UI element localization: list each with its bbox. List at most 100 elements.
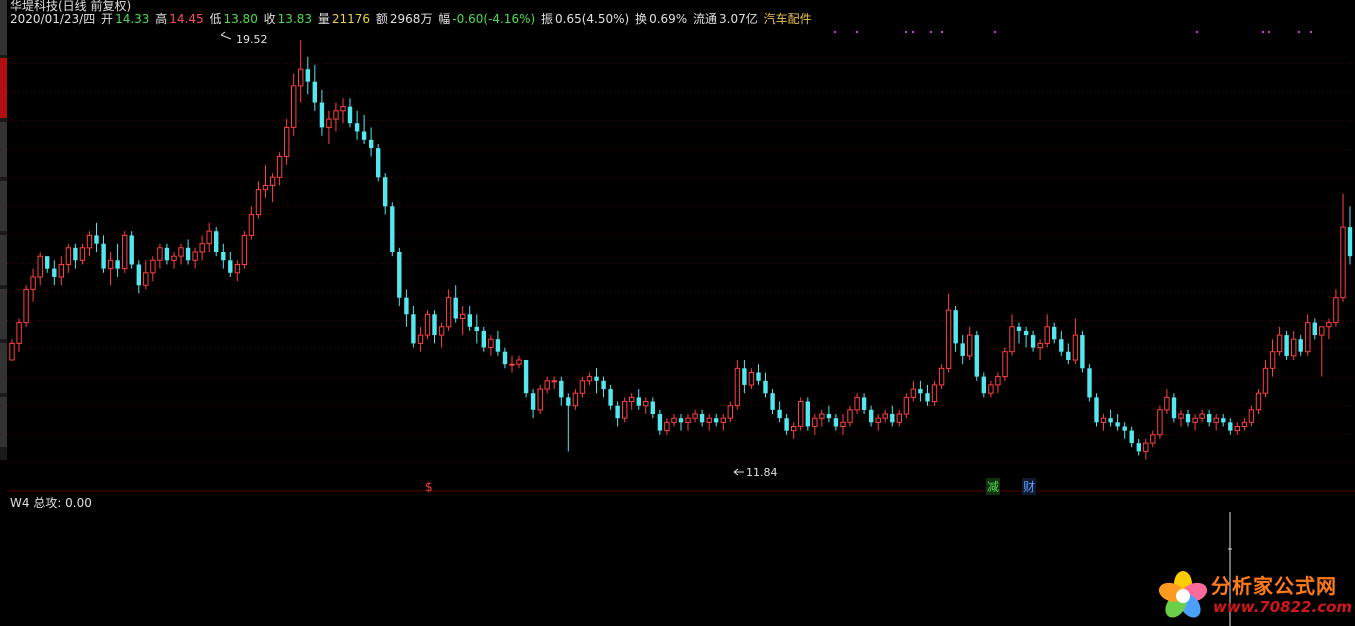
candle-up [460,313,466,319]
candle-up [734,367,741,407]
candle-down [214,231,219,252]
candle-up [586,376,593,382]
candle-up [931,384,938,402]
candle-up [65,247,72,265]
candle-down [1087,368,1092,398]
candle-up [938,367,945,386]
candle-down [777,409,782,419]
candle-up [199,243,205,253]
candle-down [1108,418,1113,423]
signal-dot [1268,31,1270,33]
candle-down [861,397,867,410]
signal-reduce: 减 [986,478,1001,495]
candle-up [1305,322,1311,353]
candle-up [1262,367,1269,394]
candle-up [1340,226,1346,299]
candle-down [129,235,134,265]
candle-up [9,342,15,361]
candle-up [445,297,452,328]
candle-down [784,418,789,431]
candle-down [397,252,402,298]
candle-down [566,397,571,406]
candle-down [164,247,170,261]
candle-down [1284,335,1289,356]
candle-down [1052,326,1057,340]
candle-up [1248,409,1255,423]
candle-down [601,380,606,390]
signal-dollar: $ [425,480,433,494]
candle-up [664,421,670,432]
candlestick-chart[interactable]: 19.52 11.84 [0,0,1355,626]
candle-up [910,388,917,398]
signal-dot [994,31,996,33]
candle-up [248,214,255,236]
candle-down [826,414,832,419]
candle-up [551,380,557,383]
candle-up [234,264,241,274]
candle-down [1171,397,1177,419]
candle-down [770,393,775,410]
candle-down [1347,227,1353,257]
candle-up [171,255,177,261]
candle-up [1213,417,1219,423]
candle-up [192,251,198,261]
candle-down [1136,443,1141,452]
candle-up [298,68,304,87]
candle-down [1080,335,1085,369]
candle-up [945,309,952,369]
candle-down [615,405,620,419]
candle-down [453,297,458,319]
candle-up [30,276,36,290]
candle-up [995,376,1001,386]
candle-down [608,389,613,406]
candle-up [1269,351,1276,369]
candle-down [636,397,641,406]
candle-series [9,40,1353,460]
signal-dot [905,31,907,33]
candle-up [417,334,424,344]
candle-up [79,247,86,261]
signal-dot [930,31,932,33]
candle-up [671,417,677,423]
candle-up [58,264,64,278]
indicator-label: W4 总攻: 0.00 [10,496,92,510]
candle-up [537,388,543,411]
candle-up [1037,342,1043,349]
candle-up [706,417,712,423]
candle-down [890,414,895,423]
candle-down [1221,418,1226,423]
candle-down [981,376,986,394]
candle-up [1192,417,1198,423]
candle-up [284,126,290,158]
candle-down [530,393,536,410]
grid-lines [7,63,1355,463]
signal-dot [912,31,914,33]
candle-down [953,310,958,344]
candle-down [974,335,979,377]
signal-dots [834,31,1312,33]
candle-up [1044,326,1050,344]
candle-down [185,247,191,261]
candle-up [727,405,733,419]
candle-up [798,401,804,427]
candle-down [833,418,839,427]
candle-up [509,363,515,366]
candle-down [699,414,705,423]
candle-down [1030,335,1036,348]
candle-down [94,235,99,244]
candle-down [305,69,310,82]
candle-down [805,401,810,427]
candle-down [228,260,233,273]
candle-down [918,389,923,394]
signal-dot [941,31,943,33]
candle-down [45,256,50,269]
candle-up [882,413,888,419]
candle-up [622,401,628,419]
signal-dot [856,31,858,33]
candle-down [1016,326,1022,331]
price-markers: 19.52 11.84 [220,31,778,479]
candle-up [685,417,691,423]
candle-up [333,110,339,120]
candle-down [411,314,416,344]
candle-down [474,326,479,331]
